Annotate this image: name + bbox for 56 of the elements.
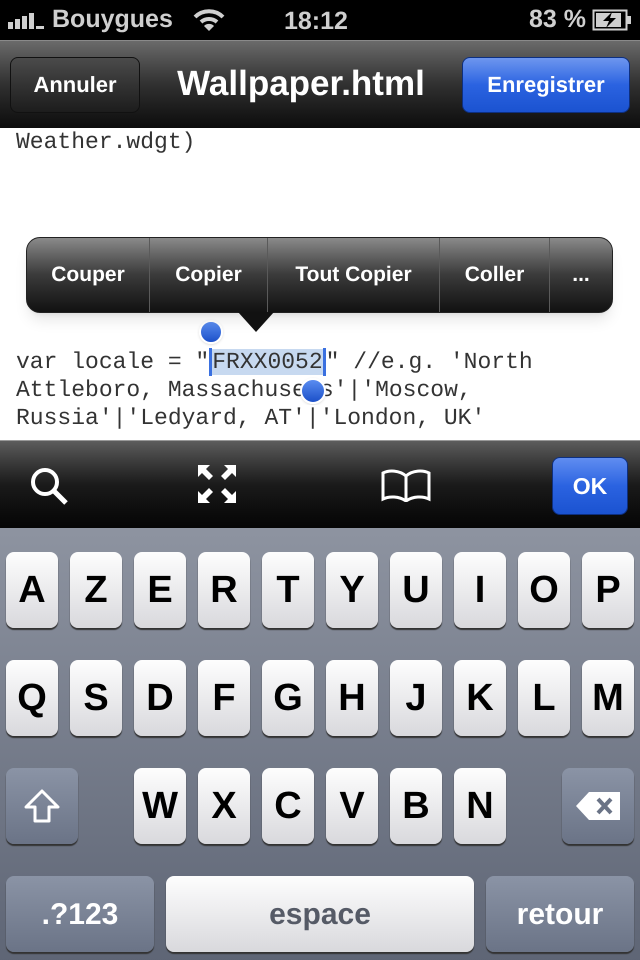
backspace-icon: [575, 791, 621, 821]
return-key[interactable]: retour: [486, 876, 634, 952]
book-icon[interactable]: [381, 468, 431, 502]
key[interactable]: P: [582, 552, 634, 628]
key[interactable]: J: [390, 660, 442, 736]
window-title: Wallpaper.html: [176, 63, 426, 106]
selection-bar: [209, 348, 212, 376]
shift-arrow-icon: [24, 789, 60, 823]
clock-time: 18:12: [284, 6, 348, 37]
carrier-name: Bouygues: [52, 4, 173, 36]
key[interactable]: B: [390, 768, 442, 844]
key[interactable]: G: [262, 660, 314, 736]
key[interactable]: N: [454, 768, 506, 844]
menu-item[interactable]: Tout Copier: [267, 238, 439, 312]
cancel-button[interactable]: Annuler: [10, 56, 140, 112]
menu-item[interactable]: Couper: [27, 238, 149, 312]
key[interactable]: Q: [6, 660, 58, 736]
menu-item[interactable]: ...: [549, 238, 612, 312]
key[interactable]: T: [262, 552, 314, 628]
key[interactable]: O: [518, 552, 570, 628]
battery-percent: 83 %: [529, 4, 586, 36]
wifi-icon: [192, 8, 225, 32]
key[interactable]: X: [198, 768, 250, 844]
menu-item[interactable]: Coller: [439, 238, 549, 312]
key[interactable]: Z: [70, 552, 122, 628]
key[interactable]: Y: [326, 552, 378, 628]
delete-key[interactable]: [562, 768, 634, 844]
key[interactable]: M: [582, 660, 634, 736]
save-button[interactable]: Enregistrer: [462, 56, 630, 112]
key[interactable]: A: [6, 552, 58, 628]
key[interactable]: E: [134, 552, 186, 628]
space-key[interactable]: espace: [166, 876, 474, 952]
ok-button[interactable]: OK: [552, 457, 628, 515]
key[interactable]: W: [134, 768, 186, 844]
key[interactable]: C: [262, 768, 314, 844]
menu-pointer-icon: [238, 312, 274, 332]
code-text: FRXX0052: [212, 349, 323, 375]
key[interactable]: H: [326, 660, 378, 736]
key[interactable]: U: [390, 552, 442, 628]
key[interactable]: L: [518, 660, 570, 736]
key[interactable]: D: [134, 660, 186, 736]
selection-handle[interactable]: [199, 320, 224, 344]
battery-charging-icon: [592, 9, 632, 31]
selection-bar: [322, 348, 326, 376]
shift-key[interactable]: [6, 768, 78, 844]
key[interactable]: F: [198, 660, 250, 736]
key[interactable]: R: [198, 552, 250, 628]
signal-icon: [8, 11, 46, 29]
code-text: " //e.g. 'North: [326, 349, 533, 375]
search-icon[interactable]: [29, 466, 69, 506]
key[interactable]: V: [326, 768, 378, 844]
key[interactable]: S: [70, 660, 122, 736]
key[interactable]: K: [454, 660, 506, 736]
numbers-key[interactable]: .?123: [6, 876, 154, 952]
expand-arrows-icon[interactable]: [196, 463, 238, 505]
key[interactable]: I: [454, 552, 506, 628]
